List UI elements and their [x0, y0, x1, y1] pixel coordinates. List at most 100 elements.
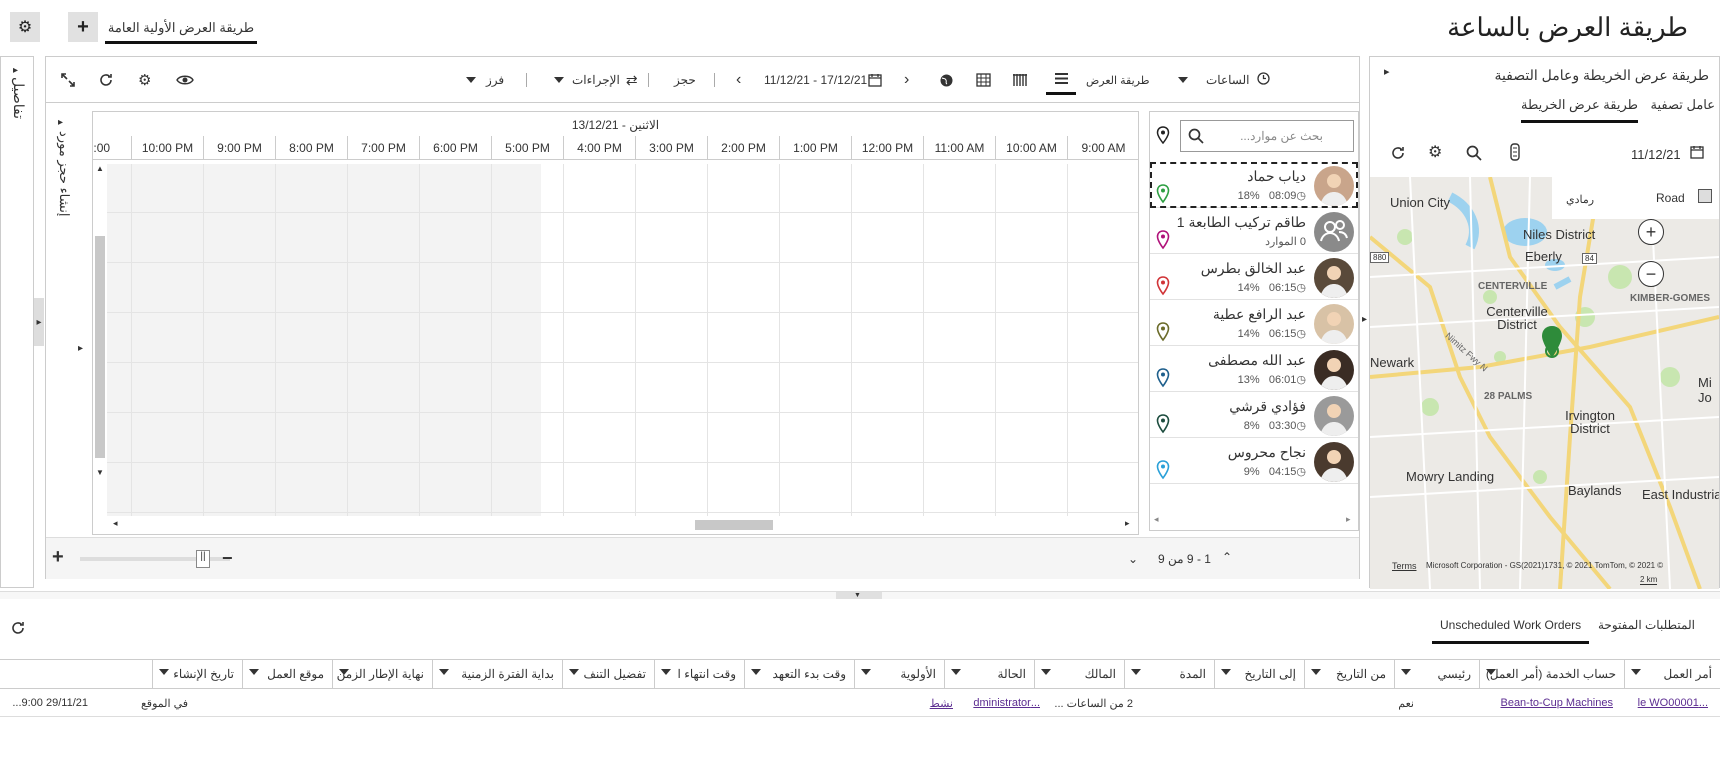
chevron-down-icon[interactable]: [249, 669, 259, 675]
resource-row[interactable]: نجاح محروس ◷04:15 9%: [1150, 438, 1358, 484]
expand-icon[interactable]: [60, 69, 76, 91]
chevron-right-icon[interactable]: ▸: [13, 65, 18, 76]
chevron-down-icon[interactable]: [951, 669, 961, 675]
service-account-link[interactable]: Bean-to-Cup Machines: [1500, 697, 1613, 709]
next-arrow-icon[interactable]: ›: [904, 69, 909, 91]
refresh-icon[interactable]: [98, 69, 114, 91]
map-terms-link[interactable]: Terms: [1392, 561, 1417, 571]
map-canvas[interactable]: Road رمادي + − Union City Niles District E…: [1370, 177, 1719, 589]
chevron-down-icon[interactable]: [751, 669, 761, 675]
chevron-right-icon[interactable]: ▸: [78, 343, 83, 354]
map-style-picker[interactable]: Road رمادي: [1552, 177, 1719, 219]
grid-view-icon[interactable]: [976, 69, 991, 91]
calendar-icon[interactable]: [1690, 145, 1704, 162]
style-road[interactable]: Road: [1656, 191, 1685, 205]
map-zoom-in-button[interactable]: +: [1638, 219, 1664, 245]
table-row[interactable]: ...le WO00001 Bean-to-Cup Machines نعم 2…: [0, 689, 1720, 717]
scroll-down-icon[interactable]: ▼: [96, 468, 104, 477]
chevron-right-icon[interactable]: ▸: [58, 117, 63, 128]
chevron-down-icon[interactable]: [439, 669, 449, 675]
tab-map-view[interactable]: طريقة عرض الخريطة: [1521, 97, 1638, 123]
details-toggle[interactable]: تفاصيل: [10, 77, 27, 119]
map-pin-icon[interactable]: [1156, 460, 1170, 480]
column-header[interactable]: حساب الخدمة (أمر العمل): [1479, 660, 1624, 688]
chevron-down-icon[interactable]: [1311, 669, 1321, 675]
resource-search-input[interactable]: بحث عن موارد...: [1180, 120, 1354, 152]
refresh-icon[interactable]: [1390, 145, 1406, 164]
chevron-down-icon[interactable]: [569, 669, 579, 675]
resource-row[interactable]: عبد الله مصطفى ◷06:01 13%: [1150, 346, 1358, 392]
status-link[interactable]: نشط: [930, 697, 953, 710]
map-panel-toggle[interactable]: ▸: [1362, 314, 1367, 325]
global-settings-button[interactable]: ⚙: [10, 12, 40, 42]
create-booking-toggle[interactable]: إنشاء حجز مورد: [56, 131, 72, 216]
scroll-up-icon[interactable]: ▲: [96, 164, 104, 173]
resource-row[interactable]: طاقم تركيب الطابعة 1 0 الموارد: [1150, 208, 1358, 254]
chevron-down-icon[interactable]: ⌄: [1128, 552, 1138, 566]
column-header[interactable]: الحالة: [944, 660, 1034, 688]
panel-splitter[interactable]: ▼: [0, 591, 1720, 599]
scroll-right-icon[interactable]: ▸: [1125, 518, 1130, 529]
book-button[interactable]: حجز: [674, 69, 696, 91]
column-header[interactable]: بداية الفترة الزمنية: [432, 660, 562, 688]
scroll-left-icon[interactable]: ◂: [1154, 514, 1159, 525]
resource-row[interactable]: فؤادي قرشي ◷03:30 8%: [1150, 392, 1358, 438]
resource-row[interactable]: عبد الرافع عطية ◷06:15 14%: [1150, 300, 1358, 346]
chevron-down-icon[interactable]: [339, 669, 349, 675]
chevron-down-icon[interactable]: [1041, 669, 1051, 675]
column-header[interactable]: تاريخ الإنشاء: [152, 660, 242, 688]
tab-open-requirements[interactable]: المتطلبات المفتوحة: [1598, 618, 1695, 644]
refresh-icon[interactable]: [10, 620, 26, 639]
tab-unscheduled-work-orders[interactable]: Unscheduled Work Orders: [1432, 618, 1590, 644]
vertical-scroll-thumb[interactable]: [95, 236, 105, 458]
column-header[interactable]: إلى التاريخ: [1214, 660, 1304, 688]
splitter-handle[interactable]: ▼: [836, 592, 882, 599]
date-range[interactable]: 11/12/21 - 17/12/21: [764, 69, 867, 91]
search-icon[interactable]: [1466, 145, 1482, 164]
column-header[interactable]: الأولوية: [854, 660, 944, 688]
work-order-link[interactable]: ...le WO00001: [1638, 697, 1708, 709]
column-header[interactable]: المالك: [1034, 660, 1124, 688]
globe-icon[interactable]: [939, 69, 954, 91]
map-pin-icon[interactable]: [1156, 322, 1170, 342]
scroll-left-icon[interactable]: ◂: [113, 518, 118, 529]
column-header[interactable]: من التاريخ: [1304, 660, 1394, 688]
map-zoom-out-button[interactable]: −: [1638, 261, 1664, 287]
hours-dropdown[interactable]: الساعات: [1178, 69, 1271, 91]
map-pin-icon[interactable]: [1156, 414, 1170, 434]
resource-row[interactable]: عبد الخالق بطرس ◷06:15 14%: [1150, 254, 1358, 300]
gear-icon[interactable]: ⚙: [1428, 142, 1442, 162]
column-header[interactable]: أمر العمل: [1624, 660, 1720, 688]
sort-dropdown[interactable]: فرز: [466, 69, 504, 91]
booking-grid[interactable]: [93, 164, 1138, 516]
map-pin-icon[interactable]: [1156, 184, 1170, 204]
chevron-down-icon[interactable]: [159, 669, 169, 675]
zoom-in-button[interactable]: +: [52, 546, 64, 569]
column-header[interactable]: رئيسي: [1394, 660, 1479, 688]
prev-arrow-icon[interactable]: ‹: [736, 69, 741, 91]
map-pin-icon[interactable]: [1156, 230, 1170, 250]
collapse-arrow-icon[interactable]: ▸: [1384, 65, 1390, 78]
settings-gear-icon[interactable]: ⚙: [138, 69, 151, 91]
map-date[interactable]: 11/12/21: [1631, 147, 1681, 162]
column-header[interactable]: المدة: [1124, 660, 1214, 688]
map-pin-icon[interactable]: [1156, 368, 1170, 388]
chevron-down-icon[interactable]: [661, 669, 671, 675]
calendar-icon[interactable]: [868, 69, 882, 91]
column-header[interactable]: وقت انتهاء ا: [654, 660, 744, 688]
actions-dropdown[interactable]: الإجراءات ⇄: [554, 69, 638, 91]
scroll-right-icon[interactable]: ▸: [1346, 514, 1351, 525]
view-tab-default[interactable]: طريقة العرض الأولية العامة: [105, 16, 257, 44]
horizontal-scroll-thumb[interactable]: [695, 520, 773, 530]
horizontal-scrollbar[interactable]: ◂ ▸: [107, 516, 1137, 534]
map-pin-icon[interactable]: [1156, 276, 1170, 296]
chevron-down-icon[interactable]: [1631, 669, 1641, 675]
map-pin-icon[interactable]: [1156, 126, 1170, 147]
column-header[interactable]: موقع العمل: [242, 660, 332, 688]
search-icon[interactable]: [1188, 128, 1204, 147]
map-pin-icon[interactable]: [1540, 325, 1564, 362]
owner-link[interactable]: ...dministrator: [973, 697, 1040, 709]
chevron-up-icon[interactable]: ⌃: [1222, 550, 1232, 564]
chevron-down-icon[interactable]: [1131, 669, 1141, 675]
columns-view-icon[interactable]: [1012, 69, 1027, 91]
